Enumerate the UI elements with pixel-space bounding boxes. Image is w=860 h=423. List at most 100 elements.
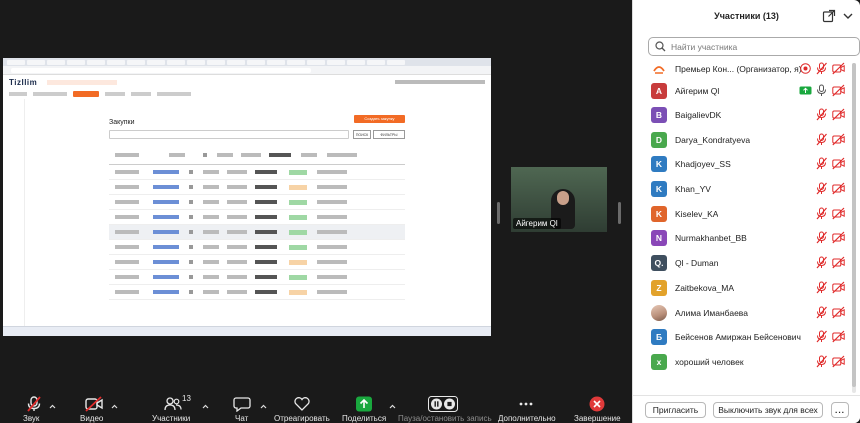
participant-row[interactable]: Z Zaitbekova_MA — [633, 276, 851, 300]
shared-create-button: Создать закупку — [354, 115, 405, 123]
participant-name: Darya_Kondratyeva — [675, 135, 751, 145]
audio-button[interactable]: Звук — [22, 394, 46, 423]
microphone-muted-icon — [815, 133, 828, 146]
video-label: Видео — [80, 414, 104, 423]
heart-icon — [294, 397, 310, 411]
recording-label: Пауза/остановить запись — [398, 414, 492, 423]
audio-label: Звук — [23, 414, 40, 423]
participant-row[interactable]: K Khadjoyev_SS — [633, 152, 851, 176]
shared-site-nav — [3, 89, 491, 99]
participant-name: Nurmakhanbet_BB — [675, 233, 747, 243]
participant-row[interactable]: х хороший человек — [633, 350, 851, 374]
search-input[interactable] — [671, 41, 831, 52]
chevron-up-icon[interactable] — [111, 404, 118, 409]
invite-button[interactable]: Пригласить — [645, 402, 706, 418]
participant-search[interactable] — [648, 37, 860, 56]
more-button[interactable]: Дополнительно — [496, 394, 556, 423]
microphone-muted-icon — [27, 396, 41, 412]
participants-panel: Участники (13) Премьер Кон... (Организат… — [632, 0, 860, 423]
camera-off-icon — [832, 355, 845, 368]
participant-row[interactable]: Премьер Кон... (Организатор, я) — [633, 59, 851, 81]
reactions-button[interactable]: Отреагировать — [274, 394, 330, 423]
microphone-muted-icon — [815, 182, 828, 195]
camera-off-icon — [832, 281, 845, 294]
share-screen-button[interactable]: Поделиться — [342, 394, 386, 423]
participant-row[interactable]: K Kiselev_KA — [633, 202, 851, 226]
avatar: х — [651, 354, 667, 370]
panel-more-button[interactable]: ... — [831, 402, 849, 418]
participant-name: хороший человек — [675, 357, 744, 367]
avatar: Z — [651, 280, 667, 296]
share-arrow-icon — [356, 396, 372, 412]
chevron-down-icon[interactable] — [841, 9, 855, 23]
meeting-stage: TizIlim Закупки Создать закупку ПОИСК ФИ… — [0, 0, 632, 392]
avatar: Б — [651, 329, 667, 345]
pause-stop-recording-icon — [428, 396, 458, 412]
avatar: K — [651, 156, 667, 172]
participant-row[interactable]: K Khan_YV — [633, 177, 851, 201]
participant-row[interactable]: N Nurmakhanbet_BB — [633, 226, 851, 250]
participant-row[interactable]: Алима Иманбаева — [633, 301, 851, 325]
camera-off-icon — [832, 84, 845, 97]
meeting-toolbar: Звук Видео 13 Участники Чат Отреагироват… — [0, 392, 632, 423]
camera-off-icon — [832, 62, 845, 75]
more-label: Дополнительно — [498, 414, 556, 423]
chevron-up-icon[interactable] — [202, 404, 209, 409]
participant-name: Khadjoyev_SS — [675, 159, 731, 169]
participant-name: BaigalievDK — [675, 110, 722, 120]
camera-off-icon — [832, 182, 845, 195]
reactions-label: Отреагировать — [274, 414, 330, 423]
shared-browser-tabs — [3, 58, 491, 66]
participant-list: Премьер Кон... (Организатор, я) А Айгерим … — [633, 59, 851, 392]
camera-off-icon — [832, 133, 845, 146]
microphone-muted-icon — [815, 256, 828, 269]
participant-name: Премьер Кон... (Организатор, я) — [675, 64, 802, 74]
participant-row[interactable]: А Айгерим Ql — [633, 79, 851, 103]
microphone-muted-icon — [815, 330, 828, 343]
mute-all-button[interactable]: Выключить звук для всех — [713, 402, 823, 418]
participant-row[interactable]: Q. Ql - Duman — [633, 251, 851, 275]
shared-search-field — [109, 130, 349, 139]
shared-page-body: Закупки Создать закупку ПОИСК ФИЛЬТРЫ — [13, 99, 485, 330]
chevron-up-icon[interactable] — [49, 404, 56, 409]
shared-search-button: ПОИСК — [353, 130, 371, 139]
participants-label: Участники — [152, 414, 191, 423]
pop-out-icon[interactable] — [822, 9, 836, 23]
chevron-up-icon[interactable] — [389, 404, 396, 409]
camera-off-icon — [832, 256, 845, 269]
chat-button[interactable]: Чат — [232, 394, 252, 423]
shared-screen: TizIlim Закупки Создать закупку ПОИСК ФИ… — [3, 58, 491, 336]
microphone-muted-icon — [815, 157, 828, 170]
video-button[interactable]: Видео — [80, 394, 110, 423]
more-dots-icon — [519, 402, 533, 406]
end-label: Завершение — [574, 414, 621, 423]
participant-row[interactable]: B BaigalievDK — [633, 103, 851, 127]
recording-controls[interactable]: Пауза/остановить запись — [398, 394, 492, 423]
share-label: Поделиться — [342, 414, 387, 423]
zoom-meeting-window: TizIlim Закупки Создать закупку ПОИСК ФИ… — [0, 0, 860, 423]
stage-resize-handle[interactable] — [497, 202, 500, 224]
camera-off-icon — [832, 157, 845, 170]
participant-row[interactable]: D Darya_Kondratyeva — [633, 128, 851, 152]
camera-off-icon — [832, 108, 845, 121]
video-tile-name: Айгерим Ql — [513, 218, 561, 229]
chevron-up-icon[interactable] — [260, 404, 267, 409]
end-meeting-button[interactable]: Завершение — [572, 394, 622, 423]
participants-button[interactable]: 13 Участники — [152, 394, 194, 423]
microphone-muted-icon — [815, 62, 828, 75]
participant-video-tile[interactable]: Айгерим Ql — [511, 167, 607, 232]
microphone-muted-icon — [815, 207, 828, 220]
participant-row[interactable]: Б Бейсенов Амиржан Бейсенович — [633, 325, 851, 349]
scrollbar-thumb[interactable] — [852, 63, 856, 387]
shared-filters-button: ФИЛЬТРЫ — [373, 130, 405, 139]
video-resize-handle[interactable] — [618, 202, 621, 224]
site-logo: TizIlim — [9, 77, 38, 87]
avatar: N — [651, 230, 667, 246]
participant-name: Zaitbekova_MA — [675, 283, 735, 293]
shared-site-header: TizIlim — [3, 75, 491, 89]
avatar — [651, 305, 667, 321]
screen-share-icon — [799, 84, 812, 97]
participant-name: Khan_YV — [675, 184, 711, 194]
recording-icon — [799, 62, 812, 75]
participant-list-scrollbar[interactable] — [852, 63, 856, 393]
